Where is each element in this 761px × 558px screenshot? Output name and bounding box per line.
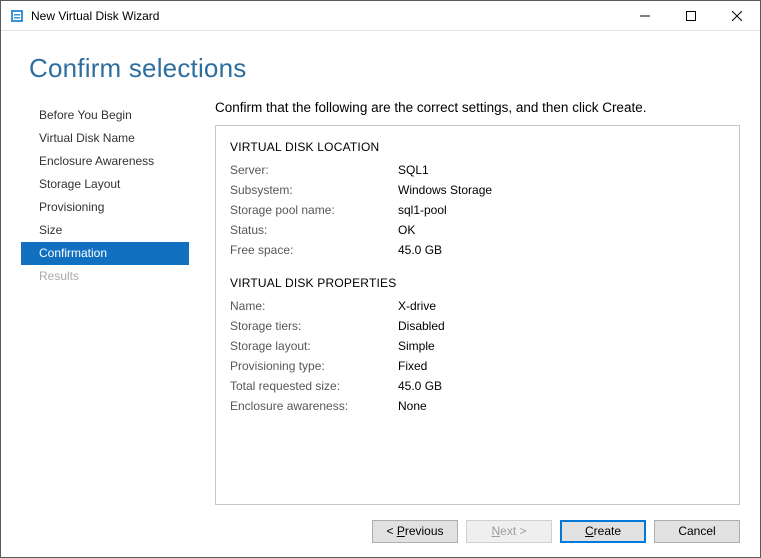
footer-buttons: < Previous Next > Create Cancel bbox=[1, 505, 760, 557]
app-icon bbox=[9, 8, 25, 24]
row-tiers: Storage tiers: Disabled bbox=[230, 316, 725, 336]
row-provisioning: Provisioning type: Fixed bbox=[230, 356, 725, 376]
cancel-button-label: Cancel bbox=[678, 524, 715, 538]
section-title-properties: VIRTUAL DISK PROPERTIES bbox=[230, 276, 725, 290]
label-provisioning: Provisioning type: bbox=[230, 356, 398, 376]
label-total-size: Total requested size: bbox=[230, 376, 398, 396]
previous-button[interactable]: < Previous bbox=[372, 520, 458, 543]
sidebar-item-label: Virtual Disk Name bbox=[39, 131, 135, 145]
label-status: Status: bbox=[230, 220, 398, 240]
label-pool: Storage pool name: bbox=[230, 200, 398, 220]
window-title: New Virtual Disk Wizard bbox=[31, 9, 159, 23]
label-tiers: Storage tiers: bbox=[230, 316, 398, 336]
sidebar-item-label: Provisioning bbox=[39, 200, 104, 214]
row-subsystem: Subsystem: Windows Storage bbox=[230, 180, 725, 200]
sidebar-item-virtual-disk-name[interactable]: Virtual Disk Name bbox=[21, 127, 189, 150]
row-pool: Storage pool name: sql1-pool bbox=[230, 200, 725, 220]
value-status: OK bbox=[398, 220, 415, 240]
instruction-text: Confirm that the following are the corre… bbox=[215, 100, 740, 115]
maximize-button[interactable] bbox=[668, 1, 714, 31]
minimize-button[interactable] bbox=[622, 1, 668, 31]
sidebar-item-label: Storage Layout bbox=[39, 177, 120, 191]
value-name: X-drive bbox=[398, 296, 436, 316]
wizard-steps-sidebar: Before You Begin Virtual Disk Name Enclo… bbox=[21, 100, 189, 505]
row-status: Status: OK bbox=[230, 220, 725, 240]
row-name: Name: X-drive bbox=[230, 296, 725, 316]
create-button-label: reate bbox=[594, 524, 621, 538]
value-total-size: 45.0 GB bbox=[398, 376, 442, 396]
sidebar-item-storage-layout[interactable]: Storage Layout bbox=[21, 173, 189, 196]
next-button-label: ext > bbox=[500, 524, 526, 538]
sidebar-item-results: Results bbox=[21, 265, 189, 288]
label-layout: Storage layout: bbox=[230, 336, 398, 356]
create-button[interactable]: Create bbox=[560, 520, 646, 543]
previous-button-label: revious bbox=[405, 524, 444, 538]
value-layout: Simple bbox=[398, 336, 435, 356]
row-enclosure: Enclosure awareness: None bbox=[230, 396, 725, 416]
section-title-location: VIRTUAL DISK LOCATION bbox=[230, 140, 725, 154]
page-title: Confirm selections bbox=[29, 53, 732, 84]
value-tiers: Disabled bbox=[398, 316, 445, 336]
value-pool: sql1-pool bbox=[398, 200, 447, 220]
sidebar-item-label: Before You Begin bbox=[39, 108, 132, 122]
title-bar: New Virtual Disk Wizard bbox=[1, 1, 760, 31]
value-enclosure: None bbox=[398, 396, 427, 416]
sidebar-item-provisioning[interactable]: Provisioning bbox=[21, 196, 189, 219]
row-server: Server: SQL1 bbox=[230, 160, 725, 180]
close-button[interactable] bbox=[714, 1, 760, 31]
value-subsystem: Windows Storage bbox=[398, 180, 492, 200]
next-button: Next > bbox=[466, 520, 552, 543]
row-total-size: Total requested size: 45.0 GB bbox=[230, 376, 725, 396]
label-subsystem: Subsystem: bbox=[230, 180, 398, 200]
content-area: Confirm that the following are the corre… bbox=[189, 100, 740, 505]
value-free-space: 45.0 GB bbox=[398, 240, 442, 260]
label-free-space: Free space: bbox=[230, 240, 398, 260]
sidebar-item-label: Results bbox=[39, 269, 79, 283]
cancel-button[interactable]: Cancel bbox=[654, 520, 740, 543]
row-free-space: Free space: 45.0 GB bbox=[230, 240, 725, 260]
label-enclosure: Enclosure awareness: bbox=[230, 396, 398, 416]
heading-area: Confirm selections bbox=[1, 31, 760, 100]
value-server: SQL1 bbox=[398, 160, 429, 180]
label-server: Server: bbox=[230, 160, 398, 180]
value-provisioning: Fixed bbox=[398, 356, 427, 376]
sidebar-item-confirmation[interactable]: Confirmation bbox=[21, 242, 189, 265]
row-layout: Storage layout: Simple bbox=[230, 336, 725, 356]
sidebar-item-label: Size bbox=[39, 223, 62, 237]
sidebar-item-enclosure-awareness[interactable]: Enclosure Awareness bbox=[21, 150, 189, 173]
label-name: Name: bbox=[230, 296, 398, 316]
sidebar-item-label: Confirmation bbox=[39, 246, 107, 260]
main-area: Before You Begin Virtual Disk Name Enclo… bbox=[1, 100, 760, 505]
sidebar-item-before-you-begin[interactable]: Before You Begin bbox=[21, 104, 189, 127]
sidebar-item-label: Enclosure Awareness bbox=[39, 154, 154, 168]
sidebar-item-size[interactable]: Size bbox=[21, 219, 189, 242]
confirmation-panel: VIRTUAL DISK LOCATION Server: SQL1 Subsy… bbox=[215, 125, 740, 505]
